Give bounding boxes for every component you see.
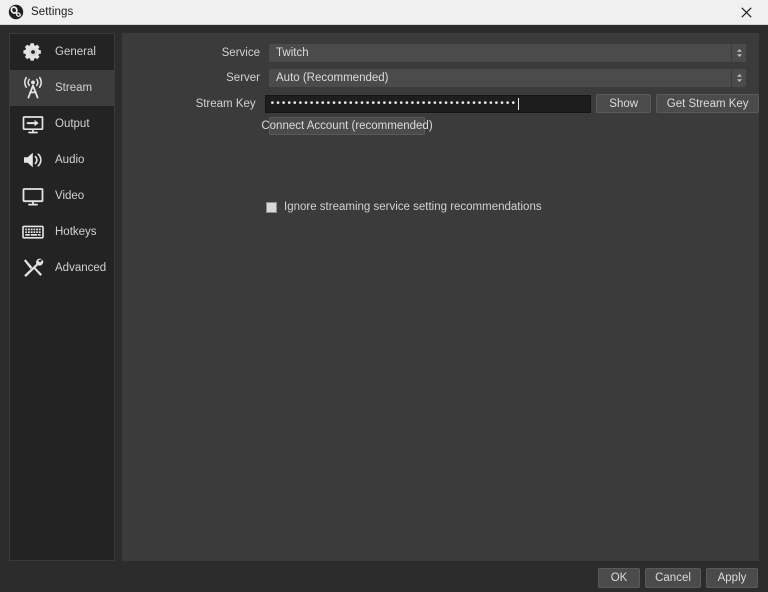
stream-key-label: Stream Key [195,97,256,110]
ignore-recommendations-checkbox-row[interactable]: Ignore streaming service setting recomme… [266,201,542,213]
get-stream-key-button[interactable]: Get Stream Key [656,94,759,113]
sidebar-item-audio[interactable]: Audio [10,142,114,178]
stream-key-input[interactable]: ••••••••••••••••••••••••••••••••••••••••… [264,94,592,113]
stream-key-row: Stream Key •••••••••••••••••••••••••••••… [122,94,759,113]
speaker-icon [20,147,46,173]
stream-settings-panel: Service Twitch Server Auto (Recommended) [122,33,759,561]
apply-button[interactable]: Apply [706,568,758,588]
sidebar-item-label: General [55,46,96,58]
sidebar-item-video[interactable]: Video [10,178,114,214]
server-label: Server [226,72,260,84]
wrench-screwdriver-icon [20,255,46,281]
window-title: Settings [31,6,74,18]
close-icon[interactable] [724,0,768,24]
sidebar-item-label: Hotkeys [55,226,97,238]
window-body: General Stream Output Audio Video Hotkey… [0,25,768,592]
keyboard-icon [20,219,46,245]
sidebar-item-stream[interactable]: Stream [10,70,114,106]
sidebar-item-label: Audio [55,154,85,166]
sidebar-item-advanced[interactable]: Advanced [10,250,114,286]
sidebar-item-hotkeys[interactable]: Hotkeys [10,214,114,250]
ignore-recommendations-checkbox[interactable] [266,201,277,213]
text-caret [518,97,520,110]
monitor-icon [20,183,46,209]
show-stream-key-button[interactable]: Show [596,94,652,113]
stream-key-masked-value: ••••••••••••••••••••••••••••••••••••••••… [270,97,518,109]
service-spinner-icon[interactable] [731,44,746,62]
broadcast-antenna-icon [20,75,46,101]
server-row: Server Auto (Recommended) [122,69,749,87]
settings-sidebar: General Stream Output Audio Video Hotkey… [9,33,115,561]
obs-logo-icon [8,4,24,20]
sidebar-item-label: Video [55,190,85,202]
title-bar: Settings [0,0,768,25]
service-combobox[interactable]: Twitch [269,44,746,62]
ignore-recommendations-label: Ignore streaming service setting recomme… [284,201,542,213]
cancel-button[interactable]: Cancel [645,568,701,588]
connect-account-button[interactable]: Connect Account (recommended) [261,117,433,135]
server-combobox[interactable]: Auto (Recommended) [269,69,746,87]
sidebar-item-label: Advanced [55,262,107,274]
server-spinner-icon[interactable] [731,69,746,87]
gear-icon [20,39,46,65]
connect-account-row: Connect Account (recommended) [261,117,433,135]
service-value: Twitch [276,47,309,59]
server-value: Auto (Recommended) [276,72,389,84]
service-label: Service [221,47,260,59]
ok-button[interactable]: OK [598,568,640,588]
sidebar-item-general[interactable]: General [10,34,114,70]
monitor-arrow-icon [20,111,46,137]
service-row: Service Twitch [122,44,749,62]
sidebar-item-label: Stream [55,82,93,94]
dialog-footer: OK Cancel Apply [0,564,768,592]
sidebar-item-output[interactable]: Output [10,106,114,142]
sidebar-item-label: Output [55,118,90,130]
